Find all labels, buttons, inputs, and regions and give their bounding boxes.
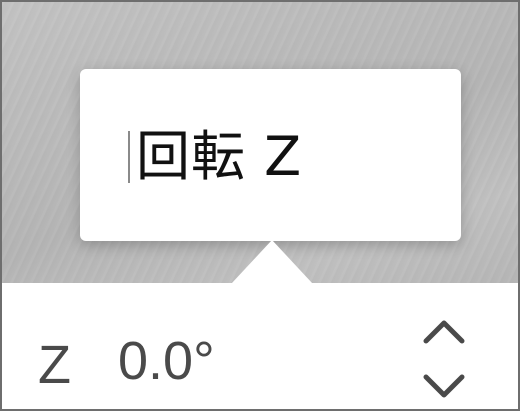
rotation-z-control: Z 0.0° bbox=[2, 283, 518, 409]
chevron-down-icon[interactable] bbox=[414, 365, 474, 405]
axis-label: Z bbox=[38, 335, 71, 395]
tooltip-pointer bbox=[218, 240, 326, 298]
tooltip: 回転 Z bbox=[80, 69, 461, 241]
rotation-z-input[interactable]: 0.0° bbox=[118, 331, 215, 391]
rotation-control-frame: 回転 Z Z 0.0° bbox=[0, 0, 520, 411]
chevron-up-icon[interactable] bbox=[414, 313, 474, 353]
rotation-stepper[interactable] bbox=[414, 313, 474, 405]
tooltip-text: 回転 Z bbox=[136, 125, 303, 188]
text-caret bbox=[128, 131, 130, 183]
